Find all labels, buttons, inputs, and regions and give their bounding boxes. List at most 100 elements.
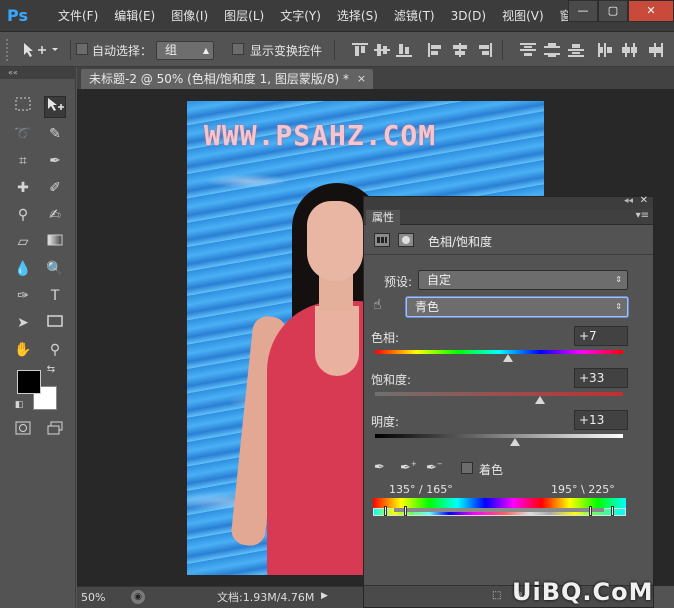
quick-select-icon[interactable]: ✎ — [44, 123, 66, 145]
hue-slider-track[interactable] — [375, 350, 623, 354]
status-info-icon[interactable]: ◉ — [131, 590, 145, 604]
align-vcenter-icon[interactable] — [374, 43, 390, 57]
type-icon[interactable]: T — [44, 285, 66, 307]
status-menu-arrow-icon[interactable]: ▶ — [321, 591, 333, 603]
crop-icon[interactable]: ⌗ — [12, 150, 34, 172]
adjustment-layer-icon[interactable] — [374, 233, 390, 247]
blur-icon[interactable]: 💧 — [12, 258, 34, 280]
eyedropper-icon[interactable]: ✒ — [374, 460, 390, 478]
distribute-bottom-icon[interactable] — [568, 43, 584, 57]
history-brush-icon[interactable]: ✍ — [44, 204, 66, 226]
eyedropper-icon[interactable]: ✒ — [44, 150, 66, 172]
restore-button[interactable]: ▢ — [598, 0, 628, 22]
saturation-slider-knob[interactable] — [534, 396, 545, 404]
move-tool-icon[interactable] — [22, 41, 62, 59]
saturation-value-input[interactable]: +33 — [574, 368, 628, 388]
channel-value: 青色 — [415, 300, 440, 314]
menu-edit[interactable]: 编辑(E) — [106, 0, 163, 32]
rectangle-shape-icon[interactable] — [44, 312, 66, 334]
close-button[interactable]: ✕ — [628, 0, 674, 22]
minimize-button[interactable]: — — [568, 0, 598, 22]
distribute-right-icon[interactable] — [648, 43, 664, 57]
lasso-icon[interactable]: ➰ — [12, 123, 34, 145]
photoshop-window: Ps 文件(F) 编辑(E) 图像(I) 图层(L) 文字(Y) 选择(S) 滤… — [0, 0, 674, 608]
align-hcenter-icon[interactable] — [452, 43, 468, 57]
range-left-label: 135° / 165° — [389, 483, 453, 496]
dropdown-arrows-icon: ▲ — [202, 46, 209, 55]
menu-bar: Ps 文件(F) 编辑(E) 图像(I) 图层(L) 文字(Y) 选择(S) 滤… — [0, 0, 674, 32]
distribute-left-icon[interactable] — [598, 43, 614, 57]
dropdown-arrows-icon: ⇕ — [615, 275, 622, 284]
saturation-slider-track[interactable] — [375, 392, 623, 396]
menu-file[interactable]: 文件(F) — [50, 0, 106, 32]
screen-mode-icon[interactable] — [44, 420, 66, 442]
swap-colors-icon[interactable]: ⇆ — [44, 363, 58, 377]
menu-image[interactable]: 图像(I) — [163, 0, 216, 32]
distribute-top-icon[interactable] — [520, 43, 536, 57]
lightness-slider-knob[interactable] — [510, 438, 521, 446]
tab-properties[interactable]: 属性 — [366, 210, 400, 225]
image-watermark: WWW.PSAHZ.COM — [204, 119, 437, 152]
properties-panel: ◂◂ ✕ 属性 ▾≡ 色相/饱和度 预设: 自定 ⇕ ☝ 青色 ⇕ 色相: +7… — [363, 195, 654, 608]
foreground-color-swatch[interactable] — [17, 370, 41, 394]
zoom-icon[interactable]: ⚲ — [44, 339, 66, 361]
menu-layer[interactable]: 图层(L) — [216, 0, 272, 32]
show-transform-checkbox[interactable] — [232, 43, 244, 55]
path-select-icon[interactable]: ➤ — [12, 312, 34, 334]
menu-select[interactable]: 选择(S) — [329, 0, 386, 32]
auto-select-dropdown[interactable]: 组 ▲ — [156, 41, 214, 60]
lightness-slider-track[interactable] — [375, 434, 623, 438]
range-handle-inner-left[interactable] — [404, 506, 407, 516]
eyedropper-plus-icon[interactable]: ✒+ — [400, 460, 417, 478]
document-tab[interactable]: 未标题-2 @ 50% (色相/饱和度 1, 图层蒙版/8) * × — [81, 69, 374, 89]
layer-mask-icon[interactable] — [398, 233, 414, 247]
clone-stamp-icon[interactable]: ⚲ — [12, 204, 34, 226]
quick-mask-icon[interactable] — [12, 420, 34, 442]
align-left-icon[interactable] — [428, 43, 444, 57]
eyedropper-minus-icon[interactable]: ✒− — [426, 460, 443, 478]
auto-select-checkbox[interactable] — [76, 43, 88, 55]
hue-value-input[interactable]: +7 — [574, 326, 628, 346]
dropdown-arrows-icon: ⇕ — [615, 302, 622, 311]
menu-view[interactable]: 视图(V) — [494, 0, 552, 32]
color-range-bar[interactable] — [394, 508, 604, 512]
brush-icon[interactable]: ✐ — [44, 177, 66, 199]
collapse-panel-icon[interactable]: ◂◂ — [624, 196, 633, 206]
menu-filter[interactable]: 滤镜(T) — [386, 0, 443, 32]
pen-icon[interactable]: ✑ — [12, 285, 34, 307]
dodge-icon[interactable]: 🔍 — [44, 258, 66, 280]
close-tab-icon[interactable]: × — [357, 69, 366, 89]
hand-icon[interactable]: ✋ — [12, 339, 34, 361]
options-grip[interactable] — [6, 39, 10, 61]
align-top-icon[interactable] — [352, 43, 368, 57]
close-panel-icon[interactable]: ✕ — [640, 195, 648, 206]
range-handle-outer-right[interactable] — [611, 506, 614, 516]
align-right-icon[interactable] — [476, 43, 492, 57]
preset-dropdown[interactable]: 自定 ⇕ — [418, 270, 628, 290]
separator — [334, 40, 335, 60]
move-tool-icon[interactable] — [44, 96, 66, 118]
rect-marquee-icon[interactable] — [12, 96, 34, 118]
gradient-icon[interactable] — [44, 231, 66, 253]
range-handle-inner-right[interactable] — [589, 506, 592, 516]
panel-menu-icon[interactable]: ▾≡ — [636, 210, 649, 221]
menu-type[interactable]: 文字(Y) — [272, 0, 329, 32]
colorize-checkbox[interactable] — [461, 462, 473, 474]
colorize-label: 着色 — [479, 463, 504, 477]
range-handle-outer-left[interactable] — [384, 506, 387, 516]
targeted-adjustment-hand-icon[interactable]: ☝ — [373, 297, 391, 315]
document-tabs: 未标题-2 @ 50% (色相/饱和度 1, 图层蒙版/8) * × — [77, 67, 674, 89]
channel-dropdown[interactable]: 青色 ⇕ — [406, 297, 628, 317]
healing-brush-icon[interactable]: ✚ — [12, 177, 34, 199]
lightness-value-input[interactable]: +13 — [574, 410, 628, 430]
align-bottom-icon[interactable] — [396, 43, 412, 57]
default-colors-icon[interactable]: ◧ — [12, 398, 26, 412]
hue-slider-knob[interactable] — [502, 354, 513, 362]
menu-3d[interactable]: 3D(D) — [443, 0, 494, 32]
zoom-level[interactable]: 50% — [77, 587, 125, 608]
toolbox-collapse-icon[interactable]: «« — [0, 67, 76, 79]
clip-to-layer-icon[interactable]: ⬚ — [492, 590, 506, 604]
distribute-hcenter-icon[interactable] — [622, 43, 638, 57]
eraser-icon[interactable]: ▱ — [12, 231, 34, 253]
distribute-vcenter-icon[interactable] — [544, 43, 560, 57]
